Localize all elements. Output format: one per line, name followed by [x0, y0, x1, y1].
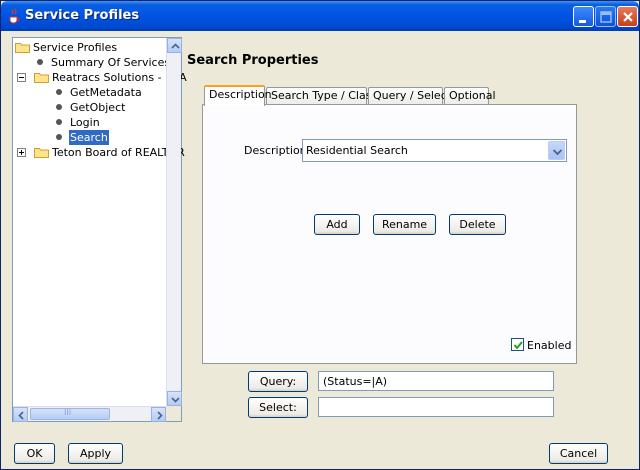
enabled-checkbox[interactable] — [511, 338, 524, 351]
scroll-corner — [166, 406, 181, 421]
service-tree[interactable]: Service Profiles Summary Of Services Rea… — [12, 37, 187, 422]
arrow-left-icon — [18, 411, 24, 420]
folder-icon — [34, 73, 49, 83]
leaf-bullet-icon — [56, 119, 62, 125]
scroll-down-button[interactable] — [167, 391, 182, 406]
tree-label: Login — [70, 116, 100, 129]
tree-vertical-scrollbar[interactable] — [166, 38, 182, 406]
close-icon — [623, 12, 633, 22]
scroll-thumb[interactable]: III — [30, 408, 110, 420]
chevron-down-icon — [552, 149, 563, 156]
tab-description[interactable]: Description — [204, 85, 272, 106]
page-title: Search Properties — [187, 53, 319, 68]
rename-button[interactable]: Rename — [373, 214, 436, 235]
add-button[interactable]: Add — [314, 214, 360, 235]
arrow-up-icon — [171, 43, 180, 49]
maximize-button[interactable] — [595, 6, 616, 27]
title-bar[interactable]: Service Profiles — [1, 1, 639, 31]
tree-label: GetObject — [70, 101, 126, 114]
minimize-icon — [579, 20, 586, 23]
description-value: Residential Search — [306, 144, 408, 157]
checkmark-icon — [513, 341, 523, 350]
scroll-right-button[interactable] — [151, 407, 166, 422]
delete-button[interactable]: Delete — [449, 214, 506, 235]
tab-optional[interactable]: Optional — [444, 87, 496, 105]
dropdown-button[interactable] — [548, 141, 565, 160]
tree-label: Summary Of Services — [51, 56, 171, 69]
minimize-button[interactable] — [573, 6, 594, 27]
leaf-bullet-icon — [56, 134, 62, 140]
query-button[interactable]: Query: — [248, 371, 308, 392]
query-field[interactable]: (Status=|A) — [318, 371, 554, 391]
tab-search-type-class[interactable]: Search Type / Class — [266, 87, 377, 105]
tree-label: Service Profiles — [33, 41, 118, 54]
ok-button[interactable]: OK — [14, 443, 55, 464]
leaf-bullet-icon — [37, 59, 43, 65]
query-value: (Status=|A) — [323, 375, 388, 388]
tree-label: GetMetadata — [70, 86, 142, 99]
apply-button[interactable]: Apply — [68, 443, 123, 464]
scroll-left-button[interactable] — [13, 407, 28, 422]
tab-query-select[interactable]: Query / Select — [368, 87, 451, 105]
cancel-button[interactable]: Cancel — [549, 443, 608, 464]
select-button[interactable]: Select: — [248, 397, 308, 418]
expand-icon[interactable] — [17, 148, 26, 157]
close-button[interactable] — [617, 6, 638, 27]
service-profiles-window: Service Profiles Service Profiles Summar… — [0, 0, 640, 470]
scroll-up-button[interactable] — [167, 38, 182, 53]
tree-horizontal-scrollbar[interactable]: III — [13, 406, 166, 422]
select-field[interactable] — [318, 397, 554, 417]
java-cup-icon — [9, 8, 20, 24]
leaf-bullet-icon — [56, 89, 62, 95]
arrow-down-icon — [171, 397, 180, 403]
enabled-label: Enabled — [527, 339, 572, 352]
maximize-icon — [600, 11, 612, 23]
window-title: Service Profiles — [25, 8, 140, 23]
scroll-grip: III — [64, 408, 72, 417]
folder-icon — [34, 148, 49, 158]
description-dropdown[interactable]: Residential Search — [302, 139, 567, 162]
collapse-icon[interactable] — [17, 73, 26, 82]
description-label: Description: — [244, 144, 311, 157]
leaf-bullet-icon — [56, 104, 62, 110]
arrow-right-icon — [157, 411, 163, 420]
tree-label: Search — [69, 130, 109, 145]
folder-icon — [15, 43, 30, 53]
